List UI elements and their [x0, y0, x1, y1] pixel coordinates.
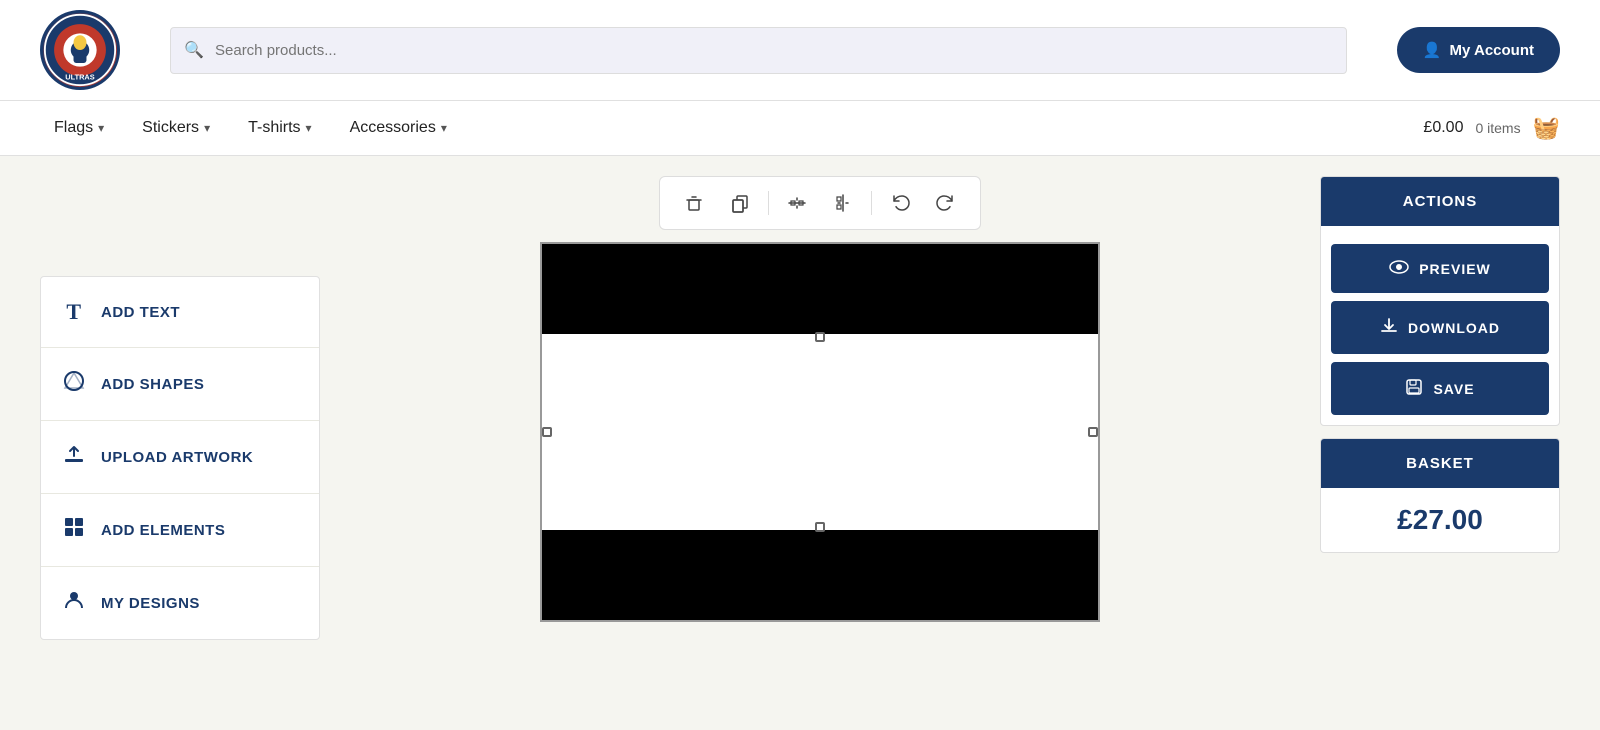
sidebar-item-upload-artwork[interactable]: UPLOAD ARTWORK	[41, 421, 319, 494]
sidebar-add-shapes-label: ADD SHAPES	[101, 376, 204, 393]
canvas-bottom-band	[542, 530, 1098, 620]
sidebar-add-elements-label: ADD ELEMENTS	[101, 522, 225, 539]
sidebar-item-add-elements[interactable]: ADD ELEMENTS	[41, 494, 319, 567]
eye-icon	[1389, 260, 1409, 277]
sidebar-my-designs-label: MY DESIGNS	[101, 595, 200, 612]
canvas-area	[340, 176, 1300, 666]
chevron-down-icon: ▾	[306, 121, 312, 135]
nav-stickers[interactable]: Stickers ▾	[128, 101, 224, 155]
actions-header: ACTIONS	[1321, 177, 1559, 226]
basket-panel: BASKET £27.00	[1320, 438, 1560, 553]
download-icon	[1380, 317, 1398, 338]
align-horizontal-button[interactable]	[775, 185, 819, 221]
sidebar-upload-artwork-label: UPLOAD ARTWORK	[101, 449, 253, 466]
left-sidebar: T ADD TEXT ADD SHAPES UPLOAD ARTWORK	[40, 276, 320, 640]
preview-button[interactable]: PREVIEW	[1331, 244, 1549, 293]
canvas-toolbar	[659, 176, 981, 230]
download-button[interactable]: DOWNLOAD	[1331, 301, 1549, 354]
search-bar: 🔍	[170, 27, 1347, 74]
search-input[interactable]	[170, 27, 1347, 74]
logo-image: ULTRAS	[40, 10, 120, 90]
basket-header: BASKET	[1321, 439, 1559, 488]
save-label: SAVE	[1433, 381, 1474, 397]
undo-button[interactable]	[878, 185, 922, 221]
shapes-icon	[61, 370, 87, 398]
sidebar-item-my-designs[interactable]: MY DESIGNS	[41, 567, 319, 639]
upload-icon	[61, 443, 87, 471]
cart-button[interactable]: 🧺	[1533, 115, 1560, 141]
right-sidebar: ACTIONS PREVIEW	[1320, 176, 1560, 666]
redo-button[interactable]	[924, 185, 968, 221]
sidebar-item-add-shapes[interactable]: ADD SHAPES	[41, 348, 319, 421]
nav-items: Flags ▾ Stickers ▾ T-shirts ▾ Accessorie…	[40, 101, 1423, 155]
chevron-down-icon: ▾	[204, 121, 210, 135]
preview-label: PREVIEW	[1419, 261, 1491, 277]
chevron-down-icon: ▾	[98, 121, 104, 135]
resize-handle-right[interactable]	[1088, 427, 1098, 437]
actions-buttons: PREVIEW DOWNLOAD	[1321, 226, 1559, 425]
toolbar-divider-2	[871, 191, 872, 215]
actions-panel: ACTIONS PREVIEW	[1320, 176, 1560, 426]
nav-tshirts-label: T-shirts	[248, 119, 300, 137]
toolbar-divider	[768, 191, 769, 215]
nav-bar: Flags ▾ Stickers ▾ T-shirts ▾ Accessorie…	[0, 101, 1600, 156]
canvas-top-band	[542, 244, 1098, 334]
download-label: DOWNLOAD	[1408, 320, 1500, 336]
resize-handle-bottom[interactable]	[815, 522, 825, 532]
basket-price: £27.00	[1321, 488, 1559, 552]
nav-tshirts[interactable]: T-shirts ▾	[234, 101, 325, 155]
design-canvas[interactable]	[540, 242, 1100, 622]
main-content: T ADD TEXT ADD SHAPES UPLOAD ARTWORK	[0, 156, 1600, 686]
cart-items-count: 0 items	[1475, 120, 1520, 136]
resize-handle-left[interactable]	[542, 427, 552, 437]
save-button[interactable]: SAVE	[1331, 362, 1549, 415]
align-vertical-button[interactable]	[821, 185, 865, 221]
nav-flags[interactable]: Flags ▾	[40, 101, 118, 155]
nav-accessories[interactable]: Accessories ▾	[336, 101, 461, 155]
sidebar-item-add-text[interactable]: T ADD TEXT	[41, 277, 319, 348]
resize-handle-top[interactable]	[815, 332, 825, 342]
chevron-down-icon: ▾	[441, 121, 447, 135]
canvas-middle-area	[542, 334, 1098, 534]
my-account-button[interactable]: 👤 My Account	[1397, 27, 1560, 73]
svg-text:ULTRAS: ULTRAS	[65, 73, 94, 82]
search-icon: 🔍	[184, 40, 204, 60]
header: ULTRAS 🔍 👤 My Account	[0, 0, 1600, 101]
logo[interactable]: ULTRAS	[40, 10, 120, 90]
nav-stickers-label: Stickers	[142, 119, 199, 137]
account-label: My Account	[1450, 42, 1534, 59]
elements-icon	[61, 516, 87, 544]
nav-flags-label: Flags	[54, 119, 93, 137]
account-icon: 👤	[1423, 41, 1442, 59]
person-icon	[61, 589, 87, 617]
basket-icon: 🧺	[1533, 115, 1560, 140]
delete-button[interactable]	[672, 185, 716, 221]
copy-button[interactable]	[718, 185, 762, 221]
cart-amount: £0.00	[1423, 119, 1463, 137]
save-icon	[1405, 378, 1423, 399]
text-icon: T	[61, 299, 87, 325]
nav-accessories-label: Accessories	[350, 119, 436, 137]
sidebar-add-text-label: ADD TEXT	[101, 304, 180, 321]
cart-area: £0.00 0 items 🧺	[1423, 105, 1560, 151]
